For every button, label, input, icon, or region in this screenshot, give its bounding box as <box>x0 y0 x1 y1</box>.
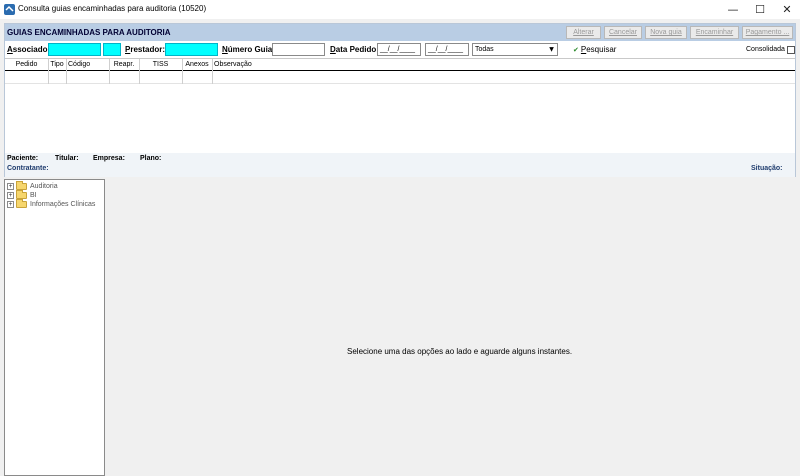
column-divider <box>109 59 110 84</box>
column-codigo[interactable]: Código <box>66 59 109 71</box>
tree-item-label: Informações Clínicas <box>30 201 96 208</box>
chevron-down-icon: ▼ <box>549 46 554 53</box>
panel-header: GUIAS ENCAMINHADAS PARA AUDITORIA Altera… <box>5 24 795 41</box>
window-titlebar: Consulta guias encaminhadas para auditor… <box>0 0 800 19</box>
status-select[interactable]: Todas ▼ <box>472 43 558 56</box>
data-pedido-from-input[interactable]: __/__/____ <box>377 43 421 56</box>
column-divider <box>48 59 49 84</box>
column-observacao[interactable]: Observação <box>212 59 332 71</box>
data-pedido-label: Data Pedido <box>330 45 377 54</box>
page-title: GUIAS ENCAMINHADAS PARA AUDITORIA <box>7 28 171 37</box>
table-header: Pedido Tipo Código Reapr. TISS Anexos Ob… <box>5 59 795 71</box>
app-icon <box>4 4 15 15</box>
maximize-icon[interactable]: ☐ <box>747 0 773 19</box>
instruction-message: Selecione uma das opções ao lado e aguar… <box>347 347 573 356</box>
numero-guia-label: Número Guia: <box>222 45 275 54</box>
column-divider <box>66 59 67 84</box>
cancelar-button[interactable]: Cancelar <box>604 26 642 39</box>
details-panel: Paciente: Titular: Empresa: Plano: Contr… <box>5 153 795 177</box>
tree-item-informacoes-clinicas[interactable]: + Informações Clínicas <box>7 199 105 209</box>
prestador-input[interactable] <box>165 43 218 56</box>
folder-icon <box>16 190 27 199</box>
consolidada-checkbox[interactable] <box>787 46 795 54</box>
contratante-label: Contratante: <box>7 165 49 172</box>
window-title: Consulta guias encaminhadas para auditor… <box>18 4 207 13</box>
encaminhar-button[interactable]: Encaminhar <box>690 26 739 39</box>
column-divider <box>212 59 213 84</box>
prestador-label: Prestador: <box>125 45 166 54</box>
titular-label: Titular: <box>55 155 79 162</box>
column-tiss[interactable]: TISS <box>139 59 182 71</box>
navigation-tree: + Auditoria + BI + Informações Clínicas <box>4 179 105 476</box>
associado-code-input[interactable] <box>103 43 121 56</box>
associado-label: Associado: <box>7 45 51 54</box>
audit-panel: GUIAS ENCAMINHADAS PARA AUDITORIA Altera… <box>4 23 796 177</box>
minimize-icon[interactable]: — <box>720 0 746 19</box>
status-select-value: Todas <box>475 46 494 53</box>
expand-icon[interactable]: + <box>7 192 14 199</box>
expand-icon[interactable]: + <box>7 183 14 190</box>
checkmark-icon: ✔ <box>573 46 579 54</box>
table-row[interactable] <box>5 72 795 84</box>
folder-icon <box>16 199 27 208</box>
column-divider <box>182 59 183 84</box>
column-reapr[interactable]: Reapr. <box>109 59 139 71</box>
paciente-label: Paciente: <box>7 155 39 162</box>
column-divider <box>139 59 140 84</box>
close-icon[interactable]: ✕ <box>774 0 800 19</box>
column-anexos[interactable]: Anexos <box>182 59 212 71</box>
plano-label: Plano: <box>140 155 162 162</box>
pagamento-button[interactable]: Pagamento ... <box>742 26 793 39</box>
empresa-label: Empresa: <box>93 155 125 162</box>
pesquisar-button[interactable]: ✔ Pesquisar <box>573 45 616 54</box>
tree-item-label: BI <box>30 192 37 199</box>
guias-table: Pedido Tipo Código Reapr. TISS Anexos Ob… <box>5 58 795 153</box>
associado-input[interactable] <box>48 43 101 56</box>
data-pedido-to-input[interactable]: __/__/____ <box>425 43 469 56</box>
alterar-button[interactable]: Alterar <box>566 26 601 39</box>
numero-guia-input[interactable] <box>272 43 325 56</box>
filter-bar: Associado: Prestador: Número Guia: Data … <box>5 41 795 58</box>
folder-icon <box>16 181 27 190</box>
tree-item-label: Auditoria <box>30 183 58 190</box>
expand-icon[interactable]: + <box>7 201 14 208</box>
situacao-label: Situação: <box>751 165 783 172</box>
consolidada-label: Consolidada <box>746 46 785 53</box>
column-tipo[interactable]: Tipo <box>48 59 66 71</box>
nova-guia-button[interactable]: Nova guia <box>645 26 687 39</box>
column-pedido[interactable]: Pedido <box>5 59 48 71</box>
